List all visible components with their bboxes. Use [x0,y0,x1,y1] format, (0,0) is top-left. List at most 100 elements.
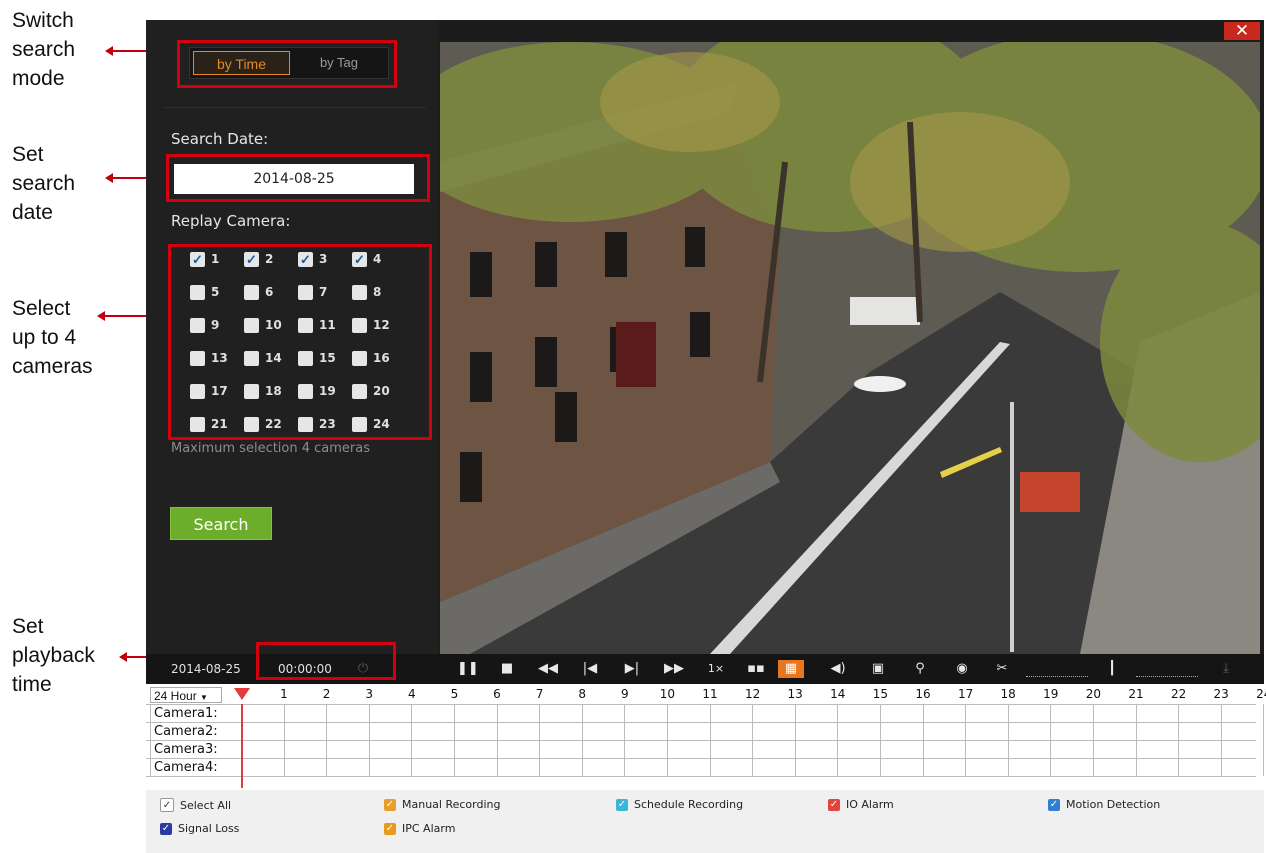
timeline-hour-label: 23 [1213,687,1229,701]
timeline-hour-label: 8 [578,687,586,701]
timeline-camera-row[interactable]: Camera1: [146,704,1256,723]
legend-checkbox-icon[interactable]: ✓ [828,798,840,811]
cut-clip-icon[interactable]: ✂ [992,660,1012,678]
prev-frame-icon[interactable]: |◀ [580,660,600,678]
timeline-camera-label: Camera3: [154,742,218,757]
legend-label: Schedule Recording [634,798,744,811]
playhead-marker-icon[interactable] [234,688,250,700]
search-date-label: Search Date: [171,130,269,148]
timeline-gridline [709,704,711,776]
speed-label[interactable]: 1× [706,660,726,678]
quad-layout-icon[interactable]: ▪▪ [746,660,766,678]
divider [164,107,426,108]
legend-item-motion-detection[interactable]: ✓ Motion Detection [1048,798,1160,811]
download-icon[interactable]: ⤓ [1216,660,1236,678]
fast-forward-icon[interactable]: ▶▶ [664,660,684,678]
timeline-hour-label: 9 [620,687,629,701]
video-playback-view[interactable] [440,42,1260,654]
timeline-gridline [326,704,328,776]
max-selection-note: Maximum selection 4 cameras [171,441,371,456]
timeline-hour-label: 14 [830,687,846,701]
legend-checkbox-icon[interactable]: ✓ [384,822,396,835]
playback-date: 2014-08-25 [171,662,241,676]
recording-type-legend: ✓ Select All ✓ Manual Recording ✓ Schedule Re… [146,790,1264,853]
timeline-hour-label: 18 [1000,687,1016,701]
legend-checkbox-icon[interactable]: ✓ [160,822,172,835]
timeline-gridline [922,704,924,776]
timeline-hour-label: 5 [450,687,459,701]
timeline-gridline [539,704,541,776]
slider-track-2[interactable] [1136,676,1198,677]
timeline-gridline [752,704,754,776]
timeline-hour-label: 12 [744,687,761,701]
timeline-camera-label: Camera2: [154,724,218,739]
timeline-gridline [1007,704,1009,776]
timeline-gridline [496,704,498,776]
slider-track[interactable] [1026,676,1088,677]
annotation-set-date: Set search date [12,143,76,224]
legend-label: Select All [180,798,232,812]
timeline-camera-label: Camera1: [154,706,218,721]
timeline-gridline [150,704,151,776]
legend-item-io-alarm[interactable]: ✓ IO Alarm [828,798,894,811]
replay-camera-label: Replay Camera: [171,212,291,230]
timeline-hour-label: 17 [957,687,974,701]
pause-icon[interactable]: ❚❚ [457,660,479,678]
timeline-range-select[interactable]: 24 Hour ▼ [150,687,222,703]
legend-item-schedule-recording[interactable]: ✓ Schedule Recording [616,798,743,811]
timeline-gridline [283,704,285,776]
legend-label: Signal Loss [178,822,240,835]
timeline-gridline [624,704,626,776]
timeline-hour-label: 1 [280,687,288,701]
legend-label: IPC Alarm [402,822,456,835]
timeline-gridline [965,704,967,776]
playhead-line[interactable] [241,704,243,788]
legend-item-signal-loss[interactable]: ✓ Signal Loss [160,822,239,835]
legend-item-ipc-alarm[interactable]: ✓ IPC Alarm [384,822,455,835]
search-button[interactable]: Search [170,507,272,540]
timeline-hour-label: 20 [1085,687,1102,701]
timeline-gridline [411,704,413,776]
rewind-icon[interactable]: ◀◀ [538,660,558,678]
legend-item-manual-recording[interactable]: ✓ Manual Recording [384,798,500,811]
timeline-gridline [880,704,881,776]
timeline-gridline [454,704,455,776]
timeline-gridline [368,704,370,776]
legend-checkbox-icon[interactable]: ✓ [160,798,174,812]
legend-checkbox-icon[interactable]: ✓ [616,798,628,811]
annotation-select-cameras: Select up to 4 cameras [12,297,93,378]
timeline-hour-label: 24 [1256,687,1266,701]
snapshot-icon[interactable]: ◉ [952,660,972,678]
street-scene-image [440,42,1260,654]
timeline-hour-label: 6 [493,687,501,701]
legend-checkbox-icon[interactable]: ✓ [1048,798,1060,811]
legend-item-select-all[interactable]: ✓ Select All [160,798,231,812]
timeline-hour-label: 19 [1043,687,1059,701]
timeline-gridline [837,704,839,776]
timeline-gridline [1220,704,1222,776]
timeline-bottom-border [146,776,1256,777]
timeline-hour-label: 11 [702,687,718,701]
timeline-gridline [1093,704,1094,776]
timeline-hour-label: 21 [1128,687,1144,701]
timeline-hour-label: 16 [915,687,931,701]
legend-label: IO Alarm [846,798,894,811]
timeline-camera-row[interactable]: Camera3: [146,740,1256,759]
volume-icon[interactable]: ◀) [828,660,848,678]
timeline-camera-row[interactable]: Camera4: [146,758,1256,777]
timeline-gridline [1050,704,1052,776]
stop-icon[interactable]: ■ [497,660,517,678]
timeline-gridline [794,704,796,776]
timeline-panel: 24 Hour ▼ 1 2 3 4 5 6 7 8 9 10 11 12 13 14 15 16 17 18 19 2… [146,684,1266,790]
highlight-camera-grid [168,244,432,440]
timeline-camera-row[interactable]: Camera2: [146,722,1256,741]
range-select-value: 24 Hour [154,689,197,703]
single-layout-icon[interactable]: ▦ [778,660,804,678]
close-icon[interactable]: ✕ [1224,22,1260,40]
tag-pin-icon[interactable]: ⚲ [910,660,930,678]
legend-checkbox-icon[interactable]: ✓ [384,798,396,811]
slider-handle-icon[interactable]: ┃ [1102,660,1122,678]
record-clip-icon[interactable]: ▣ [868,660,888,678]
next-frame-icon[interactable]: ▶| [622,660,642,678]
timeline-hour-label: 10 [659,687,676,701]
